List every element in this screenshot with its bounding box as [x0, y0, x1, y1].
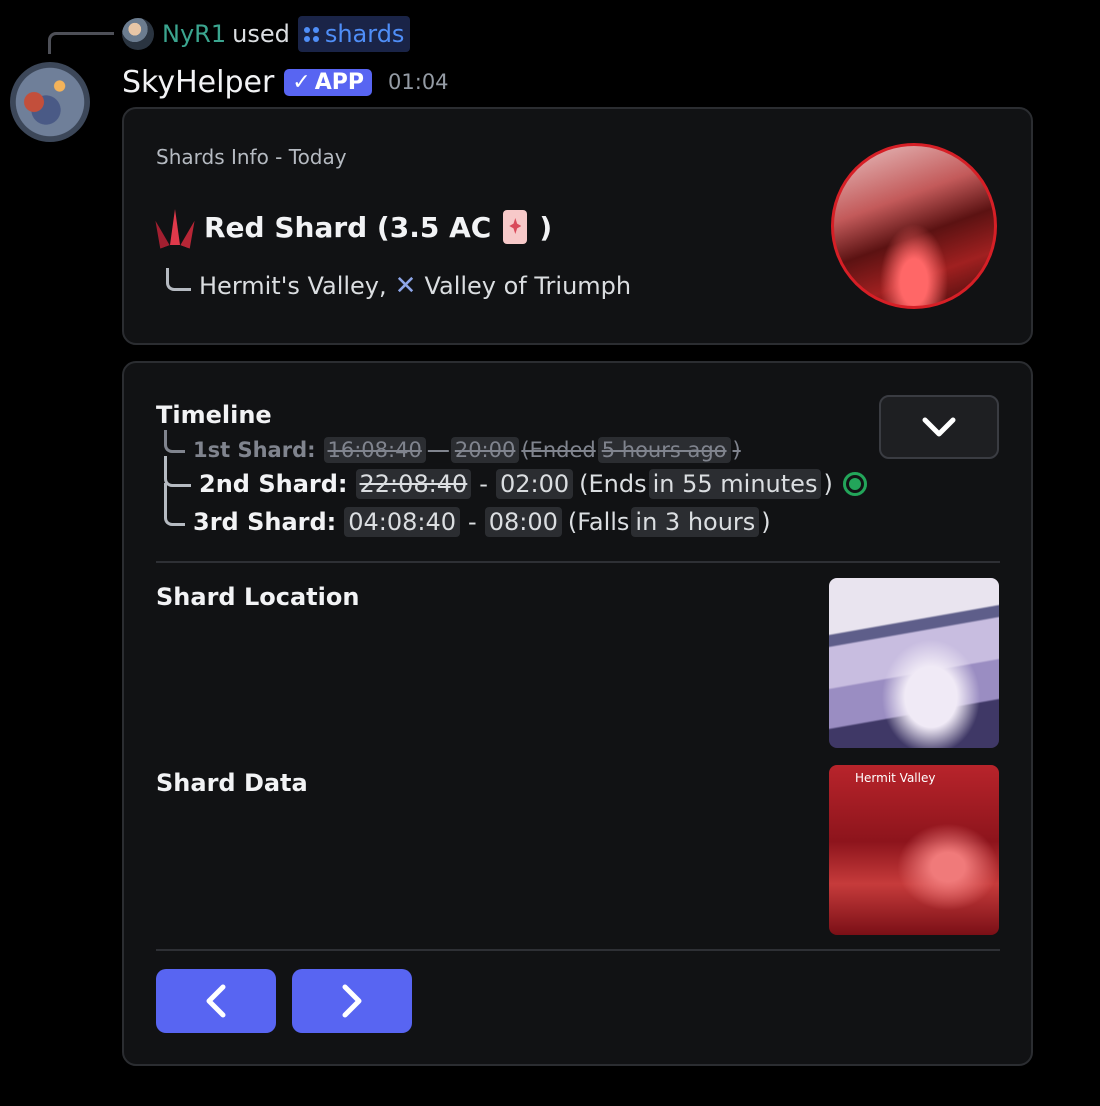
verified-check-icon: ✓ [292, 69, 311, 95]
reply-connector [48, 32, 114, 54]
shard-location-image[interactable] [829, 578, 999, 748]
shard-data-image-label: Hermit Valley [855, 771, 936, 785]
title-close: ) [539, 210, 553, 244]
chevron-left-icon [206, 984, 226, 1018]
valley-of-triumph-icon: ✕ [394, 271, 417, 301]
time-separator: - [468, 508, 477, 536]
ascended-candle-icon [503, 210, 528, 244]
status-suffix: ) [761, 508, 771, 536]
reply-header: NyR1 used shards [122, 16, 411, 52]
active-status-icon [842, 472, 867, 496]
shard-location-heading: Shard Location [156, 583, 360, 611]
area-name: Valley of Triumph [424, 272, 632, 300]
section-divider [156, 561, 1000, 563]
expand-dropdown-button[interactable] [879, 395, 999, 459]
previous-page-button[interactable] [156, 969, 276, 1033]
shard-label: 2nd Shard: [199, 470, 348, 498]
bot-username[interactable]: SkyHelper [122, 65, 274, 100]
timeline-title: Timeline [156, 401, 272, 429]
timeline-embed: Timeline 1st Shard: 16:08:40 — 20:00 (En… [122, 361, 1033, 1066]
tree-connector [164, 455, 191, 487]
status-prefix: (Falls [567, 508, 630, 536]
timeline-row: 1st Shard: 16:08:40 — 20:00 (Ended 5 hou… [164, 429, 741, 463]
tree-connector [164, 482, 185, 526]
shard-location-line: Hermit's Valley, ✕ Valley of Triumph [166, 267, 632, 301]
shard-label: 1st Shard: [193, 438, 316, 462]
shard-data-image[interactable]: Hermit Valley [829, 765, 999, 935]
embed-title: Red Shard (3.5 AC ) [156, 205, 552, 249]
section-divider [156, 949, 1000, 951]
timeline-row: 2nd Shard: 22:08:40 - 02:00 (Ends in 55 … [164, 455, 867, 499]
reply-username[interactable]: NyR1 [162, 20, 226, 48]
reply-user-avatar[interactable] [122, 18, 154, 50]
shard-data-heading: Shard Data [156, 769, 308, 797]
title-text: Red Shard (3.5 AC [204, 210, 492, 244]
shard-end-time: 02:00 [495, 469, 574, 499]
tree-connector [164, 429, 185, 453]
slash-command[interactable]: shards [297, 16, 411, 52]
chevron-right-icon [342, 984, 362, 1018]
reply-verb: used [232, 20, 290, 48]
chevron-down-icon [922, 417, 956, 437]
time-separator: — [427, 438, 449, 462]
status-suffix: ) [732, 438, 741, 462]
realm-name: Hermit's Valley, [199, 272, 387, 300]
relative-time[interactable]: 5 hours ago [597, 437, 731, 463]
shard-start-time: 16:08:40 [323, 437, 426, 463]
embed-author: Shards Info - Today [156, 145, 347, 169]
shard-thumbnail[interactable] [831, 143, 997, 309]
timeline-row: 3rd Shard: 04:08:40 - 08:00 (Falls in 3 … [164, 482, 771, 537]
next-page-button[interactable] [292, 969, 412, 1033]
command-name: shards [324, 20, 405, 48]
command-icon [303, 26, 319, 42]
shard-end-time: 08:00 [484, 507, 562, 537]
time-separator: - [479, 470, 488, 498]
shard-start-time: 22:08:40 [355, 469, 472, 499]
red-crystal-icon [156, 205, 194, 249]
app-badge: ✓ APP [284, 68, 373, 96]
shard-start-time: 04:08:40 [344, 507, 461, 537]
shard-end-time: 20:00 [450, 437, 520, 463]
app-badge-label: APP [314, 69, 365, 95]
relative-time[interactable]: in 3 hours [631, 507, 760, 537]
status-prefix: (Ends [579, 470, 647, 498]
shard-info-embed: Shards Info - Today Red Shard (3.5 AC ) … [122, 107, 1033, 345]
bot-avatar[interactable] [10, 62, 90, 142]
status-suffix: ) [823, 470, 833, 498]
message-header: SkyHelper ✓ APP 01:04 [122, 62, 449, 102]
tree-connector [166, 267, 191, 291]
message-timestamp[interactable]: 01:04 [388, 70, 449, 94]
status-prefix: (Ended [521, 438, 596, 462]
shard-label: 3rd Shard: [193, 508, 337, 536]
relative-time[interactable]: in 55 minutes [648, 469, 822, 499]
